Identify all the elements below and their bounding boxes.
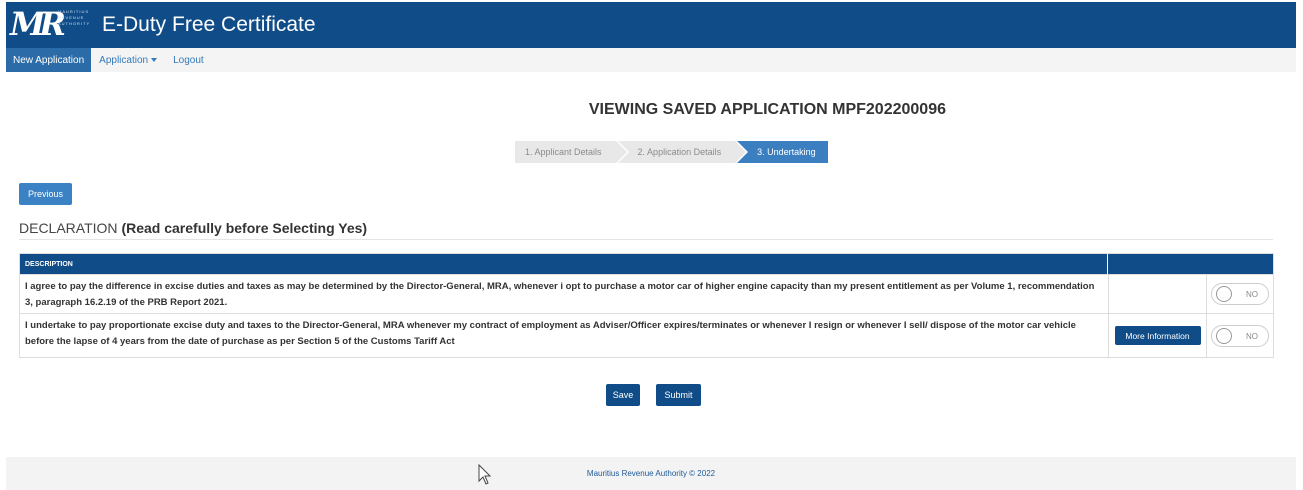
row-description: I agree to pay the difference in excise … [20,275,1109,313]
nav-bar: New Application Application Logout [6,48,1296,72]
submit-button[interactable]: Submit [656,384,701,406]
wizard-steps: 1. Applicant Details 2. Application Deta… [515,141,828,163]
page-title: VIEWING SAVED APPLICATION MPF202200096 [588,101,946,118]
mouse-cursor-icon [478,464,492,485]
row-toggle-cell: NO [1207,314,1273,357]
nav-application-dropdown[interactable]: Application [91,48,165,72]
nav-logout[interactable]: Logout [165,48,212,72]
toggle-knob [1216,286,1232,302]
step-undertaking[interactable]: 3. Undertaking [737,141,828,163]
row-description: I undertake to pay proportionate excise … [20,314,1109,357]
table-row: I undertake to pay proportionate excise … [20,313,1273,357]
declaration-heading-plain: DECLARATION [19,220,122,236]
yes-no-toggle[interactable]: NO [1211,283,1269,305]
declaration-heading: DECLARATION (Read carefully before Selec… [19,220,367,236]
save-button[interactable]: Save [606,384,640,406]
previous-button[interactable]: Previous [19,183,72,205]
toggle-label: NO [1246,331,1258,341]
footer: Mauritius Revenue Authority © 2022 [6,457,1296,490]
row-toggle-cell: NO [1207,275,1273,313]
toggle-knob [1216,327,1232,344]
declaration-heading-bold: (Read carefully before Selecting Yes) [121,220,368,236]
toggle-label: NO [1246,290,1258,299]
row-action-cell: More Information [1109,314,1207,357]
table-header: DESCRIPTION [20,254,1273,274]
declaration-table: DESCRIPTION I agree to pay the differenc… [19,253,1274,358]
more-information-button[interactable]: More Information [1114,326,1201,345]
nav-new-application[interactable]: New Application [6,48,92,72]
yes-no-toggle[interactable]: NO [1211,324,1269,347]
column-header-actions [1108,254,1273,274]
divider [19,239,1273,240]
step-application-details[interactable]: 2. Application Details [617,141,746,163]
mra-logo: MR MAURITIUS REVENUE AUTHORITY [10,5,91,43]
column-header-description: DESCRIPTION [20,254,1108,274]
caret-down-icon [151,58,158,62]
footer-text: Mauritius Revenue Authority © 2022 [586,469,716,478]
nav-application-label: Application [99,54,149,66]
step-applicant-details[interactable]: 1. Applicant Details [515,141,627,163]
row-action-cell [1109,275,1207,313]
app-title: E-Duty Free Certificate [102,13,316,36]
table-row: I agree to pay the difference in excise … [20,274,1273,313]
header-bar: MR MAURITIUS REVENUE AUTHORITY E-Duty Fr… [6,2,1296,48]
